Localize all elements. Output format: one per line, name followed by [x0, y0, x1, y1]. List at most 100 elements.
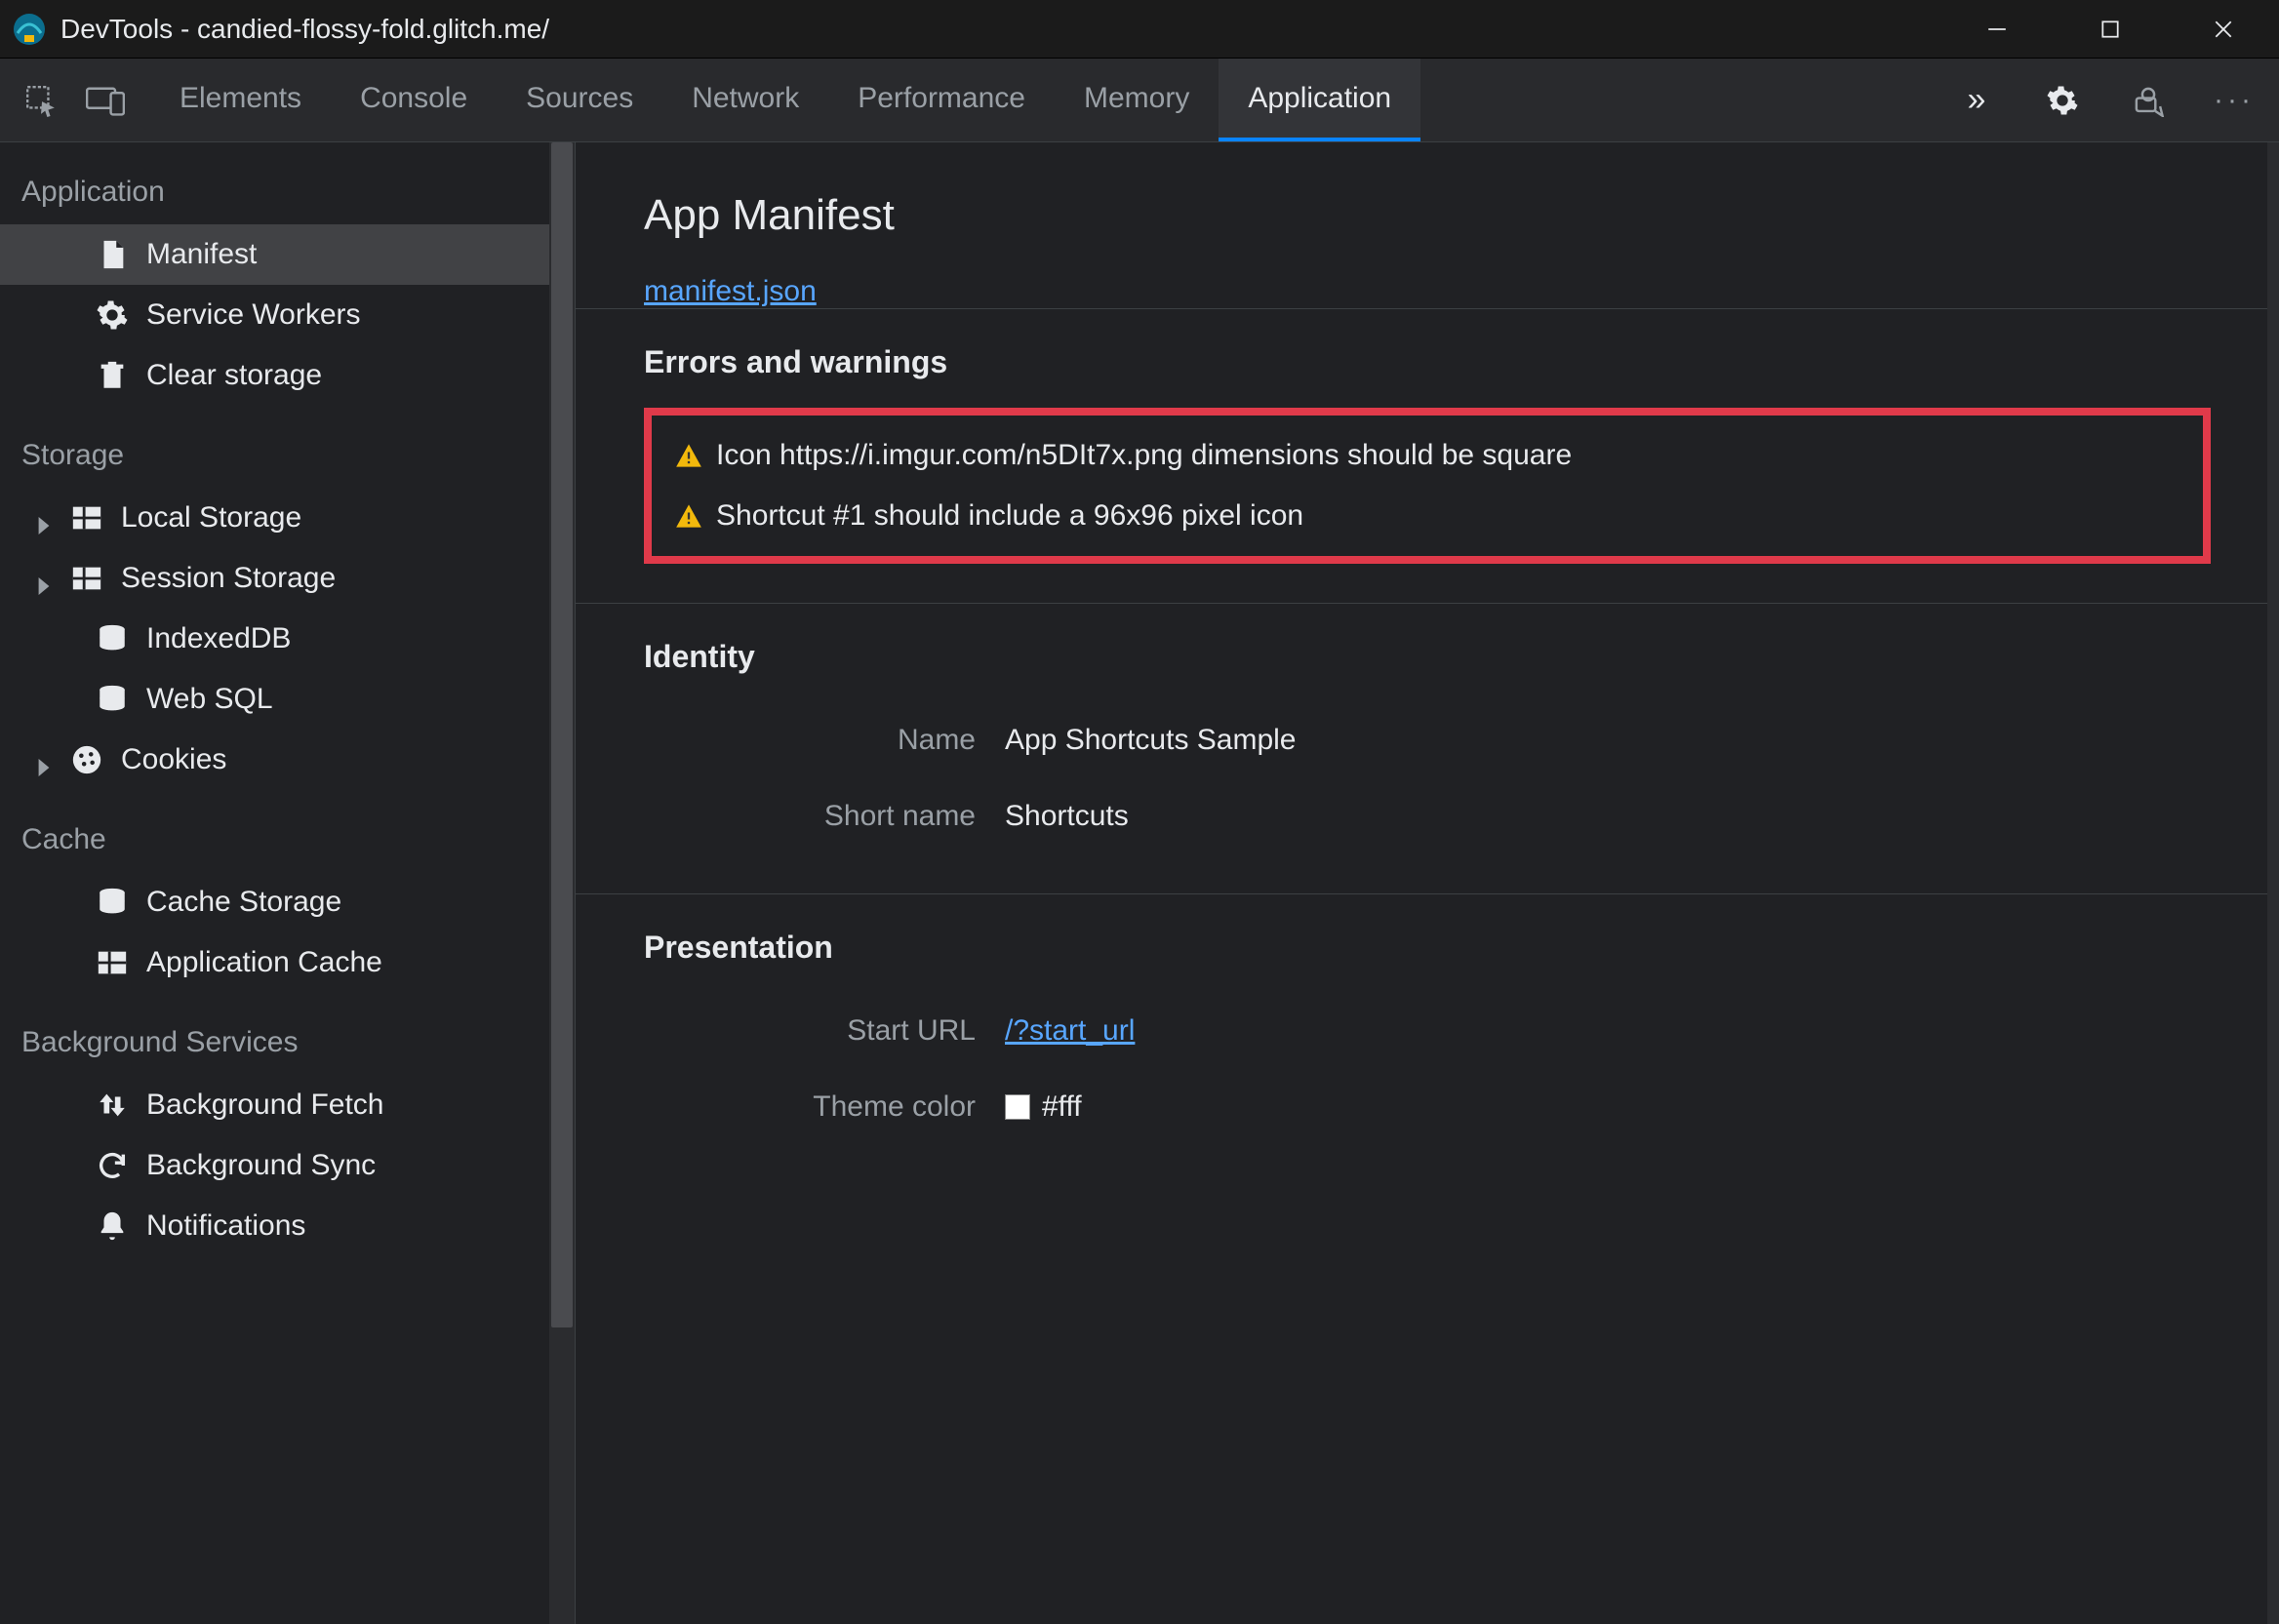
sidebar-item-label: Cache Storage: [146, 886, 341, 919]
sidebar-item-label: Web SQL: [146, 683, 273, 716]
warning-text: Shortcut #1 should include a 96x96 pixel…: [716, 499, 1303, 533]
gear-icon: [96, 298, 129, 332]
sidebar-item-background-sync[interactable]: Background Sync: [0, 1135, 575, 1196]
tab-network[interactable]: Network: [662, 59, 828, 141]
tab-memory[interactable]: Memory: [1055, 59, 1219, 141]
tab-performance[interactable]: Performance: [828, 59, 1055, 141]
sidebar-item-session-storage[interactable]: Session Storage: [0, 548, 575, 609]
errors-warnings-title: Errors and warnings: [644, 344, 2211, 380]
sidebar-item-label: Background Sync: [146, 1149, 376, 1182]
presentation-title: Presentation: [644, 930, 2211, 966]
sidebar-item-label: Session Storage: [121, 562, 336, 595]
tabs-overflow-icon[interactable]: »: [1947, 71, 2006, 130]
sidebar-item-label: Background Fetch: [146, 1089, 383, 1122]
sidebar-item-service-workers[interactable]: Service Workers: [0, 285, 575, 345]
tab-sources[interactable]: Sources: [497, 59, 662, 141]
prop-value: Shortcuts: [1005, 800, 1129, 833]
database-icon: [96, 683, 129, 716]
start-url-link[interactable]: /?start_url: [1005, 1014, 1135, 1048]
feedback-icon[interactable]: [2119, 71, 2178, 130]
titlebar: DevTools - candied-flossy-fold.glitch.me…: [0, 0, 2279, 59]
toolbar: Elements Console Sources Network Perform…: [0, 59, 2279, 142]
errors-warnings-section: Errors and warnings Icon https://i.imgur…: [576, 308, 2279, 603]
sidebar-item-label: Local Storage: [121, 501, 301, 535]
sidebar-item-indexeddb[interactable]: IndexedDB: [0, 609, 575, 669]
bell-icon: [96, 1209, 129, 1243]
settings-gear-icon[interactable]: [2033, 71, 2092, 130]
sidebar-item-local-storage[interactable]: Local Storage: [0, 488, 575, 548]
tab-elements[interactable]: Elements: [150, 59, 331, 141]
sidebar-group-background-services: Background Services: [0, 993, 575, 1075]
sidebar-group-storage: Storage: [0, 406, 575, 488]
sidebar-item-label: Application Cache: [146, 946, 382, 979]
theme-color-value: #fff: [1042, 1090, 1082, 1124]
sidebar-item-application-cache[interactable]: Application Cache: [0, 932, 575, 993]
presentation-section: Presentation Start URL /?start_url Theme…: [576, 893, 2279, 1184]
sidebar-item-notifications[interactable]: Notifications: [0, 1196, 575, 1256]
database-icon: [96, 886, 129, 919]
sidebar-group-cache: Cache: [0, 790, 575, 872]
window-controls: [1963, 5, 2267, 54]
prop-label: Theme color: [644, 1090, 1005, 1124]
page-title: App Manifest: [644, 191, 2211, 240]
identity-shortname-row: Short name Shortcuts: [644, 778, 2211, 854]
caret-right-icon: [35, 570, 53, 587]
titlebar-text: DevTools - candied-flossy-fold.glitch.me…: [60, 14, 549, 45]
color-swatch: [1005, 1094, 1030, 1120]
theme-color-row: Theme color #fff: [644, 1069, 2211, 1145]
annotation-highlight-box: Icon https://i.imgur.com/n5DIt7x.png dim…: [644, 408, 2211, 564]
close-button[interactable]: [2189, 5, 2258, 54]
sidebar-item-clear-storage[interactable]: Clear storage: [0, 345, 575, 406]
tab-application[interactable]: Application: [1219, 59, 1420, 141]
more-menu-icon[interactable]: ···: [2205, 71, 2263, 130]
warning-row: Shortcut #1 should include a 96x96 pixel…: [675, 486, 2179, 546]
warning-text: Icon https://i.imgur.com/n5DIt7x.png dim…: [716, 439, 1572, 472]
sidebar-item-cookies[interactable]: Cookies: [0, 730, 575, 790]
sidebar-item-label: Manifest: [146, 238, 257, 271]
trash-icon: [96, 359, 129, 392]
sidebar-scrollbar[interactable]: [549, 142, 575, 1624]
sidebar-item-label: Cookies: [121, 743, 226, 776]
content-scrollbar[interactable]: [2267, 142, 2279, 1624]
database-icon: [96, 622, 129, 655]
sidebar-item-background-fetch[interactable]: Background Fetch: [0, 1075, 575, 1135]
sync-icon: [96, 1149, 129, 1182]
identity-title: Identity: [644, 639, 2211, 675]
warning-icon: [675, 502, 702, 530]
sidebar-item-label: Service Workers: [146, 298, 361, 332]
sidebar: Application Manifest Service Workers Cle…: [0, 142, 576, 1624]
grid-icon: [70, 501, 103, 535]
caret-right-icon: [35, 509, 53, 527]
caret-right-icon: [35, 751, 53, 769]
prop-label: Name: [644, 724, 1005, 757]
manifest-link[interactable]: manifest.json: [644, 275, 817, 307]
inspect-element-icon[interactable]: [12, 71, 70, 130]
sidebar-item-label: IndexedDB: [146, 622, 291, 655]
sidebar-item-manifest[interactable]: Manifest: [0, 224, 575, 285]
device-toolbar-icon[interactable]: [76, 71, 135, 130]
minimize-button[interactable]: [1963, 5, 2031, 54]
sidebar-item-label: Notifications: [146, 1209, 305, 1243]
devtools-app-icon: [12, 12, 47, 47]
sidebar-item-label: Clear storage: [146, 359, 322, 392]
file-icon: [96, 238, 129, 271]
identity-section: Identity Name App Shortcuts Sample Short…: [576, 603, 2279, 893]
sidebar-group-application: Application: [0, 142, 575, 224]
cookie-icon: [70, 743, 103, 776]
start-url-row: Start URL /?start_url: [644, 993, 2211, 1069]
sidebar-item-websql[interactable]: Web SQL: [0, 669, 575, 730]
grid-icon: [96, 946, 129, 979]
maximize-button[interactable]: [2076, 5, 2144, 54]
identity-name-row: Name App Shortcuts Sample: [644, 702, 2211, 778]
tab-console[interactable]: Console: [331, 59, 497, 141]
warning-icon: [675, 442, 702, 469]
grid-icon: [70, 562, 103, 595]
prop-label: Start URL: [644, 1014, 1005, 1048]
content-pane: App Manifest manifest.json Errors and wa…: [576, 142, 2279, 1624]
prop-value: App Shortcuts Sample: [1005, 724, 1297, 757]
prop-label: Short name: [644, 800, 1005, 833]
sidebar-item-cache-storage[interactable]: Cache Storage: [0, 872, 575, 932]
main: Application Manifest Service Workers Cle…: [0, 142, 2279, 1624]
devtools-tabs: Elements Console Sources Network Perform…: [150, 59, 1420, 141]
sidebar-scrollbar-thumb[interactable]: [551, 142, 573, 1327]
